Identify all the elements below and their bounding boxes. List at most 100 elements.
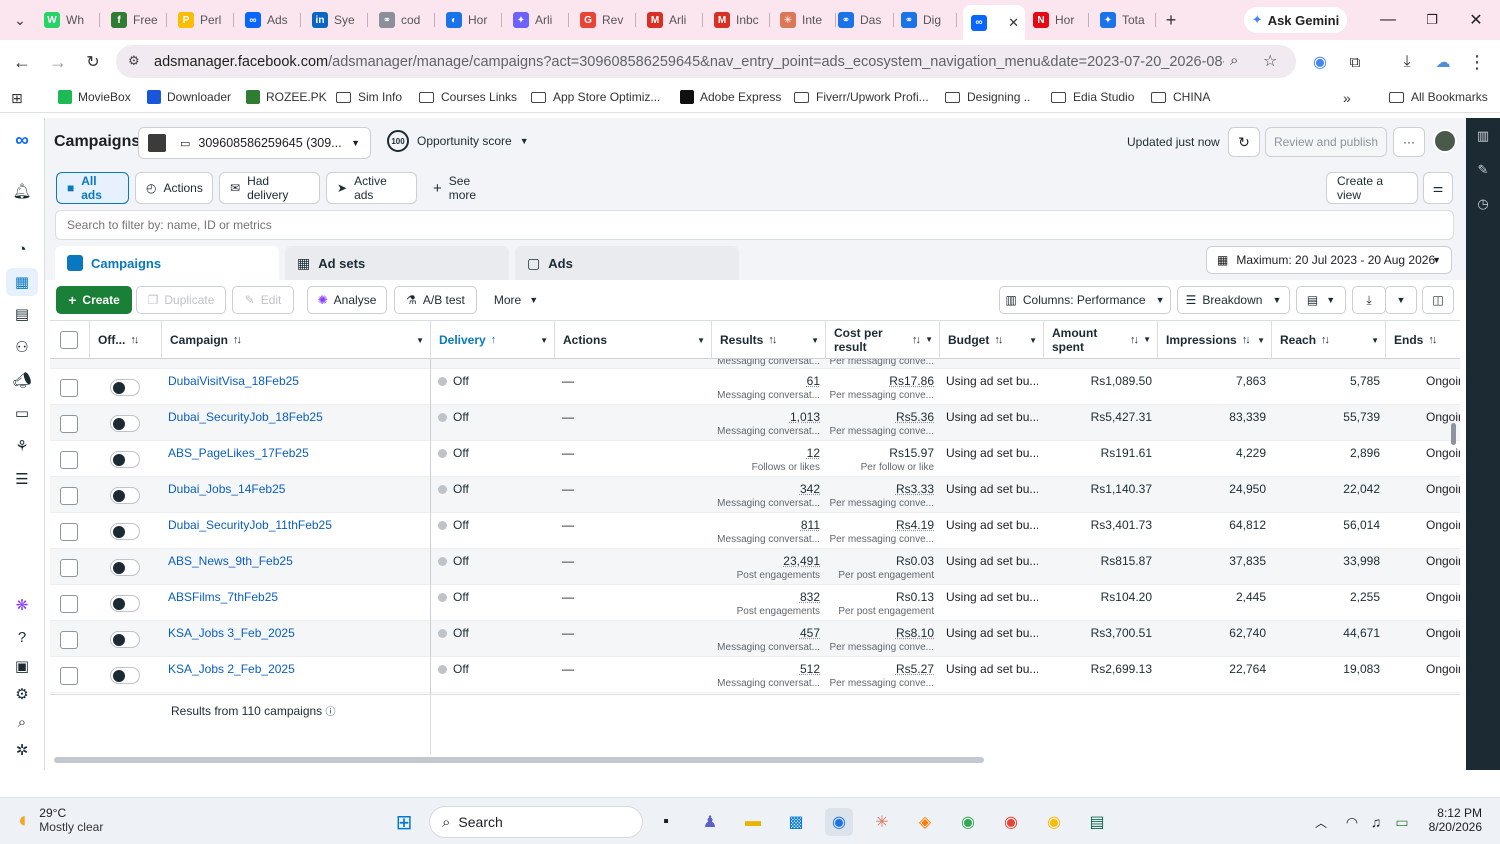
ask-gemini-button[interactable]: ✦ Ask Gemini: [1244, 7, 1347, 33]
teams-icon[interactable]: ♟: [696, 808, 724, 836]
chrome-taskbar-icon[interactable]: ◉: [825, 808, 853, 836]
export-options-dropdown[interactable]: ▼: [1385, 286, 1417, 314]
campaign-toggle[interactable]: [110, 631, 140, 648]
apps-grid-icon[interactable]: ⊞: [11, 90, 23, 107]
chrome-profile-3-icon[interactable]: ◉: [997, 808, 1025, 836]
task-view-icon[interactable]: ▪: [652, 808, 680, 836]
zoom-icon[interactable]: ⌕: [1230, 52, 1238, 69]
ad-account-selector[interactable]: ▭ 309608586259645 (309... ▼: [138, 127, 371, 159]
tab-ad-sets[interactable]: ▦ Ad sets: [285, 246, 509, 280]
opportunity-score-button[interactable]: 100 Opportunity score ▼: [387, 130, 529, 152]
header-impressions[interactable]: Impressions ↑↓ ▼: [1158, 321, 1272, 359]
active-ads-chip[interactable]: ➤ Active ads: [326, 172, 417, 204]
campaign-toggle[interactable]: [110, 415, 140, 432]
site-info-icon[interactable]: ⚙: [128, 53, 140, 69]
extensions-icon[interactable]: ⧉: [1342, 49, 1368, 75]
close-tab-icon[interactable]: ✕: [1008, 15, 1019, 31]
table-row[interactable]: KSA_Jobs 2_Feb_2025 Off — 512 Messaging conv…: [50, 657, 1460, 693]
horizontal-scrollbar[interactable]: [54, 757, 984, 763]
more-bookmarks-button[interactable]: »: [1343, 90, 1351, 106]
browser-tab[interactable]: ∞ Ads: [237, 5, 301, 35]
chrome-profile-2-icon[interactable]: ◉: [954, 808, 982, 836]
bookmark-star-icon[interactable]: ☆: [1263, 51, 1277, 71]
row-checkbox[interactable]: [60, 523, 78, 541]
campaigns-table-icon[interactable]: ▦: [6, 268, 38, 296]
browser-tab[interactable]: in Sye: [304, 5, 368, 35]
actions-chip[interactable]: ◴ Actions: [135, 172, 213, 204]
browser-tab[interactable]: M Arli: [639, 5, 703, 35]
breakdown-dropdown[interactable]: ☰ Breakdown ▼: [1177, 286, 1290, 314]
header-ends[interactable]: Ends ↑↓: [1386, 321, 1460, 359]
feedback-icon[interactable]: ▣: [11, 655, 33, 677]
header-amount-spent[interactable]: Amount spent ↑↓ ▼: [1044, 321, 1158, 359]
bookmark-item[interactable]: Courses Links: [419, 90, 517, 104]
browser-tab[interactable]: P Perl: [170, 5, 234, 35]
info-icon[interactable]: ⓘ: [326, 707, 336, 718]
reports-icon[interactable]: ▤: [11, 303, 33, 325]
table-row[interactable]: ABS_PageLikes_17Feb25 Off —12 Follows or li…: [50, 441, 1460, 477]
see-more-button[interactable]: + See more: [423, 172, 509, 204]
tab-search-icon[interactable]: ⌄: [6, 6, 34, 34]
more-options-button[interactable]: ···: [1393, 127, 1425, 157]
meta-logo-icon[interactable]: ∞: [11, 130, 33, 152]
browser-tab[interactable]: ✳ Inte: [772, 5, 836, 35]
browser-tab[interactable]: ⚭ Das: [830, 5, 894, 35]
header-campaign[interactable]: Campaign ↑↓ ▼: [162, 321, 431, 359]
chart-view-button[interactable]: ◫: [1422, 286, 1454, 314]
select-all-checkbox[interactable]: [60, 331, 78, 349]
row-checkbox[interactable]: [60, 451, 78, 469]
campaign-search-input[interactable]: [55, 210, 1454, 240]
browser-tab[interactable]: M Inbc: [706, 5, 770, 35]
notifications-bell-icon[interactable]: 🔔︎: [11, 180, 33, 202]
table-row[interactable]: ABS_News_9th_Feb25 Off —23,491 Post engagem…: [50, 549, 1460, 585]
row-checkbox[interactable]: [60, 595, 78, 613]
table-row[interactable]: ABSFilms_7thFeb25 Off —832 Post engagements…: [50, 585, 1460, 621]
table-row[interactable]: Dubai_SecurityJob_18Feb25 Off —1,013 Messag…: [50, 405, 1460, 441]
history-clock-icon[interactable]: ◷: [1475, 196, 1491, 212]
browser-tab[interactable]: ◐ Hor: [438, 5, 502, 35]
url-text[interactable]: adsmanager.facebook.com/adsmanager/manag…: [154, 54, 1224, 70]
bookmark-item[interactable]: CHINA: [1151, 90, 1210, 104]
restore-icon[interactable]: ❐: [1420, 8, 1444, 32]
campaign-toggle[interactable]: [110, 379, 140, 396]
row-checkbox[interactable]: [60, 415, 78, 433]
browser-tab[interactable]: N Hor: [1025, 5, 1089, 35]
header-cost-per-result[interactable]: Cost per result ↑↓ ▼: [826, 321, 940, 359]
header-delivery[interactable]: Delivery ↑ ▼: [431, 321, 555, 359]
bookmark-item[interactable]: Sim Info: [336, 90, 402, 104]
volume-icon[interactable]: ♫: [1362, 808, 1390, 836]
campaign-toggle[interactable]: [110, 667, 140, 684]
edit-button[interactable]: ✎ Edit: [232, 286, 294, 314]
row-checkbox[interactable]: [60, 487, 78, 505]
billing-card-icon[interactable]: ▭: [11, 402, 33, 424]
all-bookmarks[interactable]: All Bookmarks: [1389, 90, 1488, 104]
clock[interactable]: 8:12 PM 8/20/2026: [1426, 806, 1482, 834]
bookmark-item[interactable]: Edia Studio: [1051, 90, 1134, 104]
duplicate-button[interactable]: ❐ Duplicate: [136, 286, 226, 314]
chrome-profile-4-icon[interactable]: ◉: [1040, 808, 1068, 836]
analyse-button[interactable]: ✺ Analyse: [307, 286, 387, 314]
weather-widget[interactable]: ◐ 29°C Mostly clear: [18, 806, 103, 834]
header-budget[interactable]: Budget ↑↓ ▼: [940, 321, 1044, 359]
table-row[interactable]: KSA_Jobs 3_Feb_2025 Off —457 Messaging conv…: [50, 621, 1460, 657]
show-hidden-icons[interactable]: ︿: [1307, 808, 1335, 836]
tab-campaigns[interactable]: Campaigns: [55, 246, 279, 280]
store-icon[interactable]: ▩: [782, 808, 810, 836]
bookmark-item[interactable]: Fiverr/Upwork Profi...: [794, 90, 929, 104]
refresh-button[interactable]: ↻: [1228, 127, 1260, 157]
edit-pencil-icon[interactable]: ✎: [1475, 162, 1491, 178]
table-row[interactable]: Dubai_Jobs_14Feb25 Off —342 Messaging conve…: [50, 477, 1460, 513]
row-checkbox[interactable]: [60, 559, 78, 577]
campaign-name-link[interactable]: KSA_Jobs 2_Feb_2025: [168, 662, 423, 694]
browser-tab[interactable]: f Free: [103, 5, 167, 35]
row-checkbox[interactable]: [60, 631, 78, 649]
battery-icon[interactable]: ▭: [1388, 808, 1416, 836]
file-explorer-icon[interactable]: ▬: [739, 808, 767, 836]
browser-tab[interactable]: ✦ Tota: [1092, 5, 1156, 35]
row-checkbox[interactable]: [60, 379, 78, 397]
bookmark-item[interactable]: Adobe Express: [680, 90, 781, 104]
date-range-picker[interactable]: ▦ Maximum: 20 Jul 2023 - 20 Aug 2026 ▼: [1206, 246, 1452, 274]
tab-ads[interactable]: ▢ Ads: [515, 246, 739, 280]
browser-tab[interactable]: ∞ ✕: [963, 5, 1025, 40]
charts-icon[interactable]: ▥: [1475, 128, 1491, 144]
